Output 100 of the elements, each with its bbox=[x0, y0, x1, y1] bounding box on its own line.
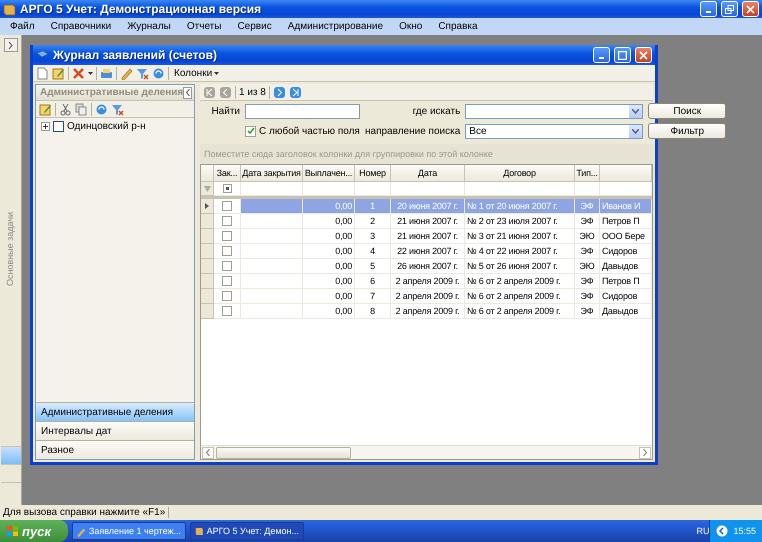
filter-icon[interactable] bbox=[136, 66, 149, 80]
next-page-icon[interactable] bbox=[272, 86, 286, 98]
edit-icon[interactable] bbox=[52, 66, 65, 80]
where-dropdown[interactable] bbox=[465, 104, 644, 118]
table-cell: ЭФ bbox=[575, 214, 600, 229]
app-logo-icon bbox=[3, 2, 16, 16]
filter-cell[interactable] bbox=[303, 182, 355, 196]
menu-item[interactable]: Справочники bbox=[42, 21, 120, 32]
filter-cell[interactable] bbox=[355, 182, 391, 196]
tree-checkbox[interactable] bbox=[53, 121, 64, 132]
column-header[interactable]: Дата bbox=[391, 165, 465, 182]
previous-page-icon[interactable] bbox=[219, 86, 232, 98]
checkbox-label: С любой частью поля bbox=[259, 126, 360, 136]
expander[interactable] bbox=[41, 122, 50, 131]
strip-tab[interactable] bbox=[0, 446, 20, 464]
row-checkbox[interactable] bbox=[222, 216, 232, 226]
filter-cell[interactable] bbox=[465, 182, 575, 196]
menu-item[interactable]: Отчеты bbox=[178, 21, 230, 32]
table-cell: 2 апреля 2009 г. bbox=[391, 289, 465, 304]
table-cell: 22 июня 2007 г. bbox=[391, 244, 465, 259]
maximize-icon bbox=[618, 50, 627, 60]
filter-cell[interactable] bbox=[575, 182, 600, 196]
taskbar-button[interactable]: Заявление 1 чертеж... bbox=[72, 522, 186, 540]
tree-item[interactable]: Одинцовский р-н bbox=[67, 121, 146, 132]
menu-item[interactable]: Журналы bbox=[119, 21, 179, 32]
column-header[interactable] bbox=[600, 165, 652, 182]
column-header[interactable]: Номер bbox=[355, 165, 391, 182]
filter-icon bbox=[204, 186, 210, 192]
column-header[interactable]: Дата закрытия bbox=[241, 165, 303, 182]
table-cell: 0,00 bbox=[303, 304, 355, 319]
column-header[interactable]: Тип... bbox=[575, 165, 600, 182]
current-row-icon bbox=[205, 203, 209, 209]
find-field[interactable] bbox=[245, 104, 360, 118]
filter-checkbox[interactable] bbox=[222, 184, 232, 193]
table-cell: ЭФ bbox=[575, 244, 600, 259]
row-checkbox[interactable] bbox=[222, 291, 232, 301]
table-cell: ЭЮ bbox=[575, 259, 600, 274]
direction-dropdown[interactable]: Все bbox=[465, 124, 644, 138]
row-checkbox[interactable] bbox=[222, 276, 232, 286]
filter-cell[interactable] bbox=[214, 182, 241, 196]
scroll-left-button[interactable] bbox=[202, 446, 214, 458]
taskbar-button[interactable]: АРГО 5 Учет: Демон... bbox=[190, 522, 304, 540]
task-strip-title: Основные задачи bbox=[6, 212, 16, 286]
row-checkbox[interactable] bbox=[222, 261, 232, 271]
menu-item[interactable]: Окно bbox=[391, 21, 430, 32]
filter-cell[interactable] bbox=[241, 182, 303, 196]
table-cell: 0,00 bbox=[303, 244, 355, 259]
nav-item[interactable]: Административные деления bbox=[36, 402, 194, 421]
row-checkbox[interactable] bbox=[222, 246, 232, 256]
close-button[interactable] bbox=[635, 47, 652, 63]
menu-item[interactable]: Администрирование bbox=[280, 21, 392, 32]
filter-cell[interactable] bbox=[600, 182, 652, 196]
table-cell: Петров П bbox=[600, 274, 652, 289]
maximize-button[interactable] bbox=[614, 47, 631, 63]
scissors-icon[interactable] bbox=[59, 102, 72, 116]
printer-icon[interactable] bbox=[100, 66, 113, 80]
column-header[interactable]: Выплачен... bbox=[303, 165, 355, 182]
row-header[interactable] bbox=[201, 199, 214, 214]
table-cell: 0,00 bbox=[303, 229, 355, 244]
menu-item[interactable]: Справка bbox=[430, 21, 486, 32]
row-checkbox[interactable] bbox=[222, 306, 232, 316]
table-cell: Петров П bbox=[600, 214, 652, 229]
row-checkbox[interactable] bbox=[222, 231, 232, 241]
last-page-icon[interactable] bbox=[288, 86, 302, 98]
column-header[interactable]: Договор bbox=[465, 165, 575, 182]
close-button[interactable] bbox=[742, 1, 759, 17]
chevron-right-icon bbox=[643, 449, 647, 456]
minimize-button[interactable] bbox=[593, 47, 610, 63]
checkbox[interactable] bbox=[245, 126, 256, 136]
search-button[interactable]: Поиск bbox=[648, 103, 726, 119]
filter-cell[interactable] bbox=[391, 182, 465, 196]
table-cell: 2 апреля 2009 г. bbox=[391, 274, 465, 289]
delete-icon[interactable] bbox=[72, 66, 85, 80]
scroll-thumb[interactable] bbox=[216, 446, 351, 458]
columns-menu[interactable]: Колонки bbox=[172, 68, 222, 78]
copy-icon[interactable] bbox=[75, 102, 88, 116]
restore-button[interactable] bbox=[721, 1, 738, 17]
refresh-icon[interactable] bbox=[152, 66, 165, 80]
table-cell: ЭФ bbox=[575, 289, 600, 304]
refresh-icon[interactable] bbox=[95, 102, 108, 116]
language-indicator[interactable]: RU bbox=[696, 526, 710, 536]
collapse-button[interactable] bbox=[183, 86, 192, 98]
clock: 15:55 bbox=[733, 526, 756, 536]
plus-icon bbox=[43, 124, 48, 129]
filter-button[interactable]: Фильтр bbox=[648, 123, 726, 139]
first-page-icon[interactable] bbox=[203, 86, 216, 98]
menu-item[interactable]: Сервис bbox=[229, 21, 280, 32]
nav-item[interactable]: Интервалы дат bbox=[36, 421, 194, 440]
column-header[interactable]: Зак... bbox=[214, 165, 241, 182]
scroll-right-button[interactable] bbox=[639, 446, 651, 458]
table-cell: 0,00 bbox=[303, 259, 355, 274]
row-checkbox[interactable] bbox=[222, 201, 232, 211]
edit-icon[interactable] bbox=[39, 102, 52, 116]
menu-item[interactable]: Файл bbox=[2, 21, 43, 32]
filter-icon[interactable] bbox=[111, 102, 124, 116]
close-icon bbox=[639, 50, 648, 60]
minimize-button[interactable] bbox=[700, 1, 717, 17]
nav-item[interactable]: Разное bbox=[36, 440, 194, 459]
expand-button[interactable] bbox=[4, 38, 18, 52]
table-cell: 0,00 bbox=[303, 214, 355, 229]
